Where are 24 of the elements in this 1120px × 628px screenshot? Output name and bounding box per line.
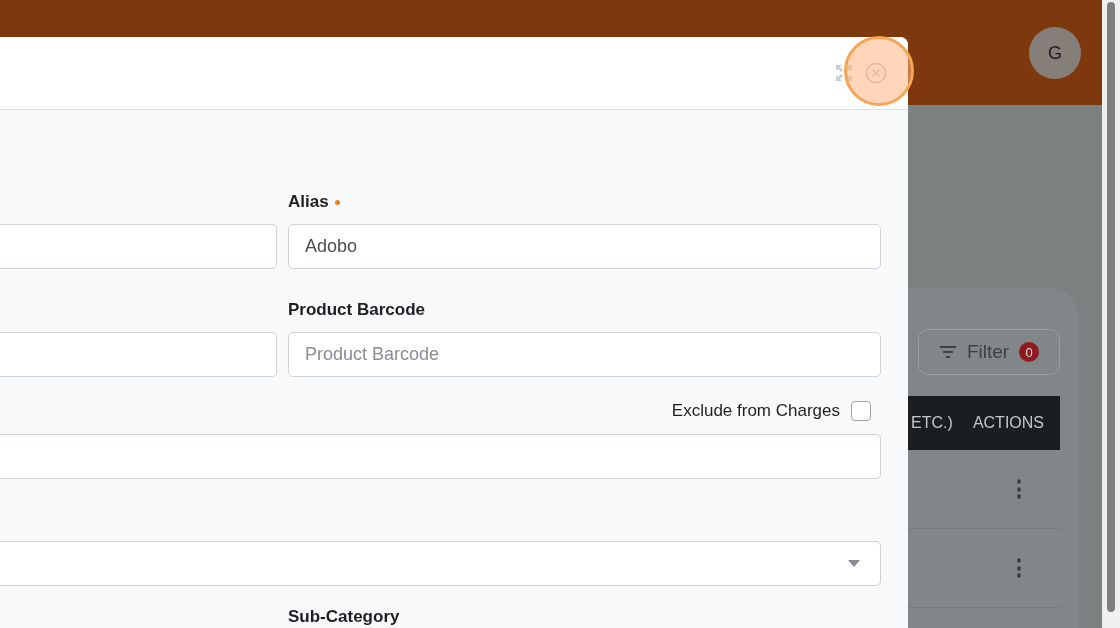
expand-icon[interactable] (835, 64, 853, 82)
avatar[interactable]: G (1029, 27, 1081, 79)
input-field[interactable] (0, 332, 277, 377)
input-field[interactable]: Product Barcode (288, 332, 881, 377)
scrollbar[interactable] (1102, 0, 1120, 628)
filter-label: Filter (966, 341, 1010, 363)
filter-button[interactable]: Filter 0 (918, 329, 1060, 375)
input-field[interactable] (0, 224, 277, 269)
field-label: Alias (288, 192, 329, 212)
row-actions-menu[interactable]: ⋮ (1008, 476, 1030, 502)
checkbox-label: Exclude from Charges (671, 401, 840, 421)
row-actions-menu[interactable]: ⋮ (1008, 555, 1030, 581)
filter-count-badge: 0 (1019, 342, 1040, 362)
select-dropdown[interactable] (0, 541, 881, 586)
column-header: ETC.) (911, 414, 953, 432)
caret-icon (848, 560, 860, 567)
filter-icon (938, 345, 957, 359)
field-label: Product Barcode (288, 300, 425, 320)
column-header: ACTIONS (972, 414, 1044, 432)
input-field[interactable]: Adobo (288, 224, 881, 269)
field-label: Sub-Category (288, 607, 400, 627)
checkbox[interactable] (851, 401, 871, 421)
close-icon[interactable] (865, 62, 887, 84)
input-field[interactable] (0, 434, 881, 479)
